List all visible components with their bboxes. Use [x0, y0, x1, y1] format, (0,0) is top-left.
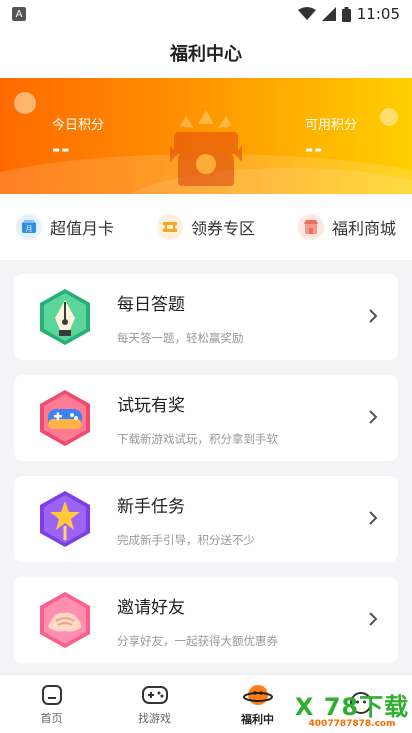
tab-label: 找游戏	[138, 711, 171, 725]
quick-link-monthly-card[interactable]: 月 超值月卡	[16, 214, 114, 240]
points-banner: 今日积分 -- 可用积分 --	[0, 78, 412, 194]
page-header: 福利中心	[0, 28, 412, 78]
wifi-icon	[297, 7, 316, 20]
chevron-right-icon	[369, 410, 378, 424]
task-title: 新手任务	[117, 497, 185, 517]
available-points-label: 可用积分	[305, 118, 358, 133]
quick-links-bar: 月 超值月卡 领券专区 福利商城	[0, 194, 412, 260]
task-list: 每日答题 每天答一题，轻松赢奖励 试玩有奖 下载新游戏试玩，积分拿到手软 新手任…	[14, 274, 398, 678]
store-icon	[297, 214, 324, 240]
task-title: 邀请好友	[117, 598, 185, 618]
tab-home[interactable]: 首页	[0, 675, 103, 733]
watermark-main-text: X 78下载	[294, 693, 410, 721]
star-wand-icon	[40, 491, 90, 547]
app-notification-icon: A	[12, 7, 26, 21]
chevron-right-icon	[369, 511, 378, 525]
task-card-invite-friends[interactable]: 邀请好友 分享好友，一起获得大额优惠券	[14, 577, 398, 663]
coin-decoration	[14, 92, 36, 114]
quick-link-label: 超值月卡	[50, 219, 115, 238]
card-icon: 月	[16, 214, 42, 240]
today-points-value: --	[52, 137, 71, 161]
task-title: 试玩有奖	[117, 396, 185, 416]
today-points-label: 今日积分	[52, 118, 105, 133]
quick-link-store[interactable]: 福利商城	[297, 214, 396, 240]
tab-find-games[interactable]: 找游戏	[103, 675, 206, 733]
gamepad-icon	[40, 390, 90, 446]
signal-icon	[321, 7, 336, 21]
status-bar: A 11:05	[0, 0, 412, 28]
available-points: 可用积分 --	[305, 114, 357, 161]
chevron-right-icon	[369, 309, 378, 323]
pen-nib-icon	[40, 289, 90, 345]
gamepad-icon	[141, 685, 168, 704]
clock: 11:05	[356, 5, 400, 23]
svg-text:月: 月	[26, 225, 33, 233]
tab-label: 首页	[40, 711, 63, 725]
quick-link-coupons[interactable]: 领券专区	[156, 214, 255, 240]
task-description: 分享好友，一起获得大额优惠券	[117, 634, 278, 648]
quick-link-label: 福利商城	[331, 219, 396, 238]
treasure-chest-icon	[170, 110, 242, 186]
task-title: 每日答题	[117, 295, 185, 315]
available-points-value: --	[305, 137, 324, 161]
handshake-icon	[40, 592, 90, 648]
watermark-sub-text: 4007787878.com	[308, 719, 396, 729]
page-title: 福利中心	[170, 44, 242, 65]
coin-decoration	[380, 108, 398, 126]
task-description: 下载新游戏试玩，积分拿到手软	[117, 432, 278, 446]
task-card-trial-play[interactable]: 试玩有奖 下载新游戏试玩，积分拿到手软	[14, 375, 398, 461]
task-card-daily-quiz[interactable]: 每日答题 每天答一题，轻松赢奖励	[14, 274, 398, 360]
task-description: 每天答一题，轻松赢奖励	[117, 331, 244, 345]
tab-label: 福利中	[241, 712, 274, 726]
task-card-newbie-tasks[interactable]: 新手任务 完成新手引导，积分送不少	[14, 476, 398, 562]
coupon-icon	[156, 214, 183, 240]
battery-icon	[341, 6, 351, 22]
planet-mascot-icon	[242, 684, 273, 705]
today-points: 今日积分 --	[52, 114, 104, 161]
chevron-right-icon	[369, 612, 378, 626]
home-icon	[41, 684, 62, 705]
quick-link-label: 领券专区	[190, 219, 255, 238]
site-watermark: X 78下载 4007787878.com	[292, 692, 412, 732]
task-description: 完成新手引导，积分送不少	[117, 533, 255, 547]
